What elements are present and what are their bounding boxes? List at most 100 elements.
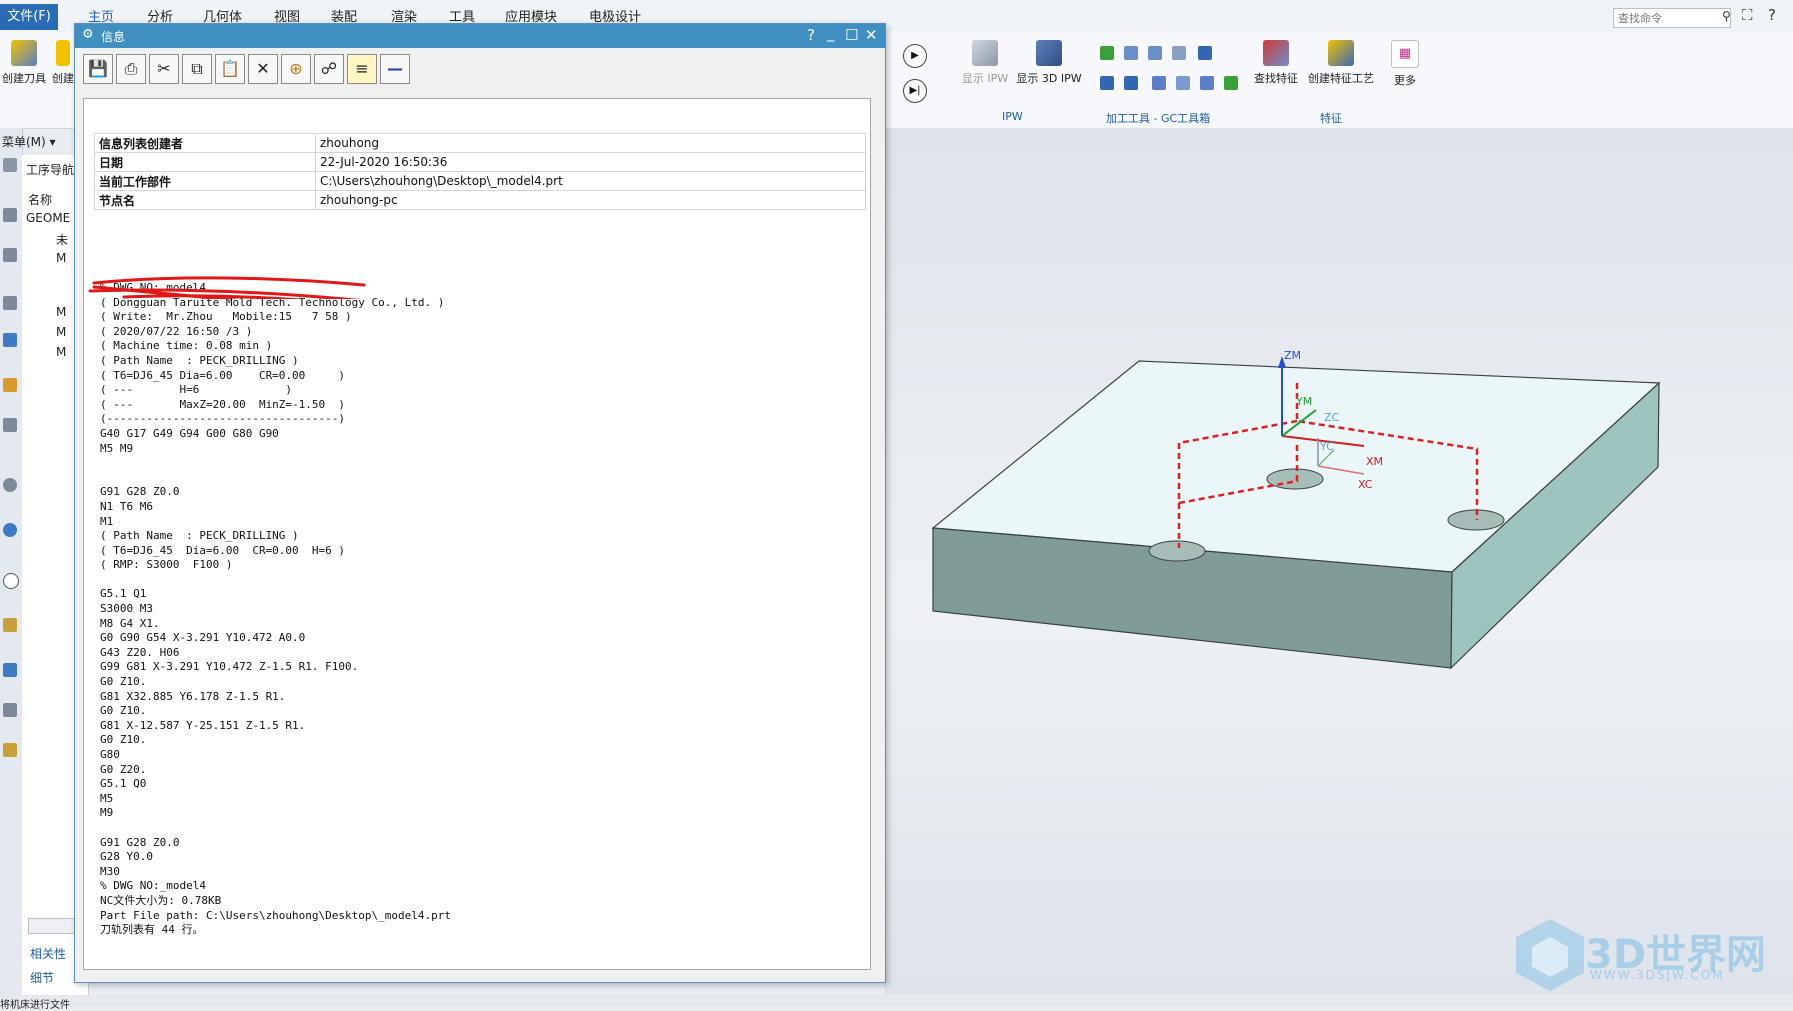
tab-dependencies[interactable]: 相关性 bbox=[30, 945, 66, 962]
more-button[interactable]: ▦ 更多 bbox=[1388, 40, 1422, 88]
search-icon[interactable]: ⚲ bbox=[1722, 9, 1731, 23]
create-button[interactable]: 创建 bbox=[50, 40, 76, 86]
axis-label-xc: XC bbox=[1358, 478, 1373, 491]
dialog-titlebar[interactable]: ⚙ 信息 ? _ ☐ ✕ bbox=[75, 24, 885, 48]
info-header-table: 信息列表创建者 zhouhong 日期 22-Jul-2020 16:50:36 当… bbox=[94, 133, 866, 210]
find-feature-icon bbox=[1263, 40, 1289, 66]
step-play-icon[interactable]: ▶| bbox=[903, 79, 927, 103]
axis-label-zc: ZC bbox=[1324, 411, 1340, 424]
close-button[interactable]: ✕ bbox=[865, 26, 878, 44]
find-feature-label: 查找特征 bbox=[1254, 72, 1298, 85]
info-value: C:\Users\zhouhong\Desktop\_model4.prt bbox=[315, 171, 866, 191]
gc-check-icon[interactable] bbox=[1100, 46, 1114, 60]
status-text: 将机床进行文件 bbox=[0, 1000, 70, 1011]
dialog-title: 信息 bbox=[101, 30, 126, 44]
show-ipw-label: 显示 IPW bbox=[961, 72, 1009, 85]
save-icon[interactable]: 💾 bbox=[83, 54, 113, 84]
gc-grid-icon[interactable] bbox=[1152, 76, 1166, 90]
create-feature-process-button[interactable]: 创建特征工艺 bbox=[1306, 40, 1376, 86]
assembly-icon[interactable] bbox=[3, 248, 17, 262]
axis-label-zm: ZM bbox=[1284, 349, 1301, 362]
information-content[interactable]: 信息列表创建者 zhouhong 日期 22-Jul-2020 16:50:36 当… bbox=[83, 98, 871, 970]
gc-export-icon[interactable] bbox=[1224, 76, 1238, 90]
tree-row-unused[interactable]: 未 bbox=[56, 231, 68, 248]
maximize-button[interactable]: ☐ bbox=[845, 26, 858, 44]
play-icon[interactable]: ▶ bbox=[903, 44, 927, 68]
select-icon[interactable]: ⊕ bbox=[281, 54, 311, 84]
axis-label-yc: YC bbox=[1319, 440, 1334, 453]
part-icon[interactable] bbox=[3, 208, 17, 222]
more-label: 更多 bbox=[1394, 74, 1416, 87]
resource-bar bbox=[0, 128, 23, 995]
info-key: 当前工作部件 bbox=[94, 171, 316, 191]
copy-icon[interactable]: ⧉ bbox=[182, 54, 212, 84]
analysis-icon[interactable] bbox=[3, 703, 17, 717]
tree-row-method[interactable]: M bbox=[56, 251, 66, 265]
ipw-3d-icon bbox=[1036, 40, 1062, 66]
create-tool-button[interactable]: 创建刀具 bbox=[2, 40, 46, 86]
tab-details[interactable]: 细节 bbox=[30, 969, 54, 986]
wrap-icon[interactable]: ≡ bbox=[347, 54, 377, 84]
tools-icon[interactable] bbox=[3, 743, 17, 757]
create-label: 创建 bbox=[52, 72, 74, 85]
operation-navigator-icon[interactable] bbox=[3, 333, 17, 347]
gc-list-icon[interactable] bbox=[1148, 46, 1162, 60]
gc-flag-icon[interactable] bbox=[1198, 46, 1212, 60]
gc-doc-icon[interactable] bbox=[1124, 76, 1138, 90]
gc-path-icon[interactable] bbox=[1200, 76, 1214, 90]
file-menu-button[interactable]: 文件(F) bbox=[0, 4, 58, 30]
history-icon[interactable] bbox=[3, 573, 19, 589]
gc-report-icon[interactable] bbox=[1172, 46, 1186, 60]
gc-tool-icon[interactable] bbox=[1124, 46, 1138, 60]
model-view: ZM YM ZC YC XM XC bbox=[931, 349, 1661, 670]
settings-icon[interactable] bbox=[3, 158, 17, 172]
info-value: zhouhong-pc bbox=[315, 190, 866, 210]
feature-process-icon bbox=[1328, 40, 1354, 66]
info-row: 节点名 zhouhong-pc bbox=[94, 190, 866, 210]
status-bar bbox=[0, 995, 1793, 1007]
help-icon[interactable]: ? bbox=[1768, 6, 1776, 24]
info-key: 节点名 bbox=[94, 190, 316, 210]
group-label-ipw: IPW bbox=[1002, 110, 1023, 123]
info-key: 信息列表创建者 bbox=[94, 133, 316, 153]
menu-dropdown[interactable]: 菜单(M) ▾ bbox=[2, 133, 56, 150]
cut-icon[interactable]: ✂ bbox=[149, 54, 179, 84]
dialog-toolbar: 💾 ⎙ ✂ ⧉ 📋 ✕ ⊕ ☍ ≡ — bbox=[83, 54, 843, 90]
find-icon[interactable]: ☍ bbox=[314, 54, 344, 84]
paste-icon[interactable]: 📋 bbox=[215, 54, 245, 84]
print-icon[interactable]: ⎙ bbox=[116, 54, 146, 84]
tree-row-geometry[interactable]: GEOME bbox=[26, 211, 70, 225]
measure-icon[interactable] bbox=[3, 663, 17, 677]
command-search-input[interactable]: 查找命令 bbox=[1613, 8, 1731, 28]
help-button[interactable]: ? bbox=[807, 26, 815, 44]
graphics-window[interactable]: ZM YM ZC YC XM XC bbox=[884, 128, 1793, 995]
find-feature-button[interactable]: 查找特征 bbox=[1250, 40, 1302, 86]
info-key: 日期 bbox=[94, 152, 316, 172]
minimize-button[interactable]: _ bbox=[827, 24, 835, 42]
minus-icon[interactable]: — bbox=[380, 54, 410, 84]
tree-row-method[interactable]: M bbox=[56, 345, 66, 359]
create-feature-process-label: 创建特征工艺 bbox=[1308, 72, 1374, 85]
web-icon[interactable] bbox=[3, 523, 17, 537]
menu-label: 菜单(M) bbox=[2, 135, 46, 149]
ipw-icon bbox=[972, 40, 998, 66]
gc-copy-icon[interactable] bbox=[1100, 76, 1114, 90]
fullscreen-icon[interactable]: ⛶ bbox=[1742, 6, 1753, 24]
roles-icon[interactable] bbox=[3, 618, 17, 632]
column-header-name[interactable]: 名称 bbox=[28, 191, 52, 208]
watermark-logo bbox=[1516, 919, 1584, 991]
gear-icon: ⚙ bbox=[82, 27, 94, 42]
cube-icon[interactable] bbox=[3, 418, 17, 432]
machine-icon[interactable] bbox=[3, 296, 17, 310]
delete-icon[interactable]: ✕ bbox=[248, 54, 278, 84]
tree-row-method[interactable]: M bbox=[56, 305, 66, 319]
show-ipw-button[interactable]: 显示 IPW bbox=[960, 40, 1010, 86]
library-icon[interactable] bbox=[3, 378, 17, 392]
nc-code-text: % DWG NO: model4 ( Dongguan Taruite Mold… bbox=[100, 281, 451, 937]
create-tool-label: 创建刀具 bbox=[2, 72, 46, 85]
sphere-icon[interactable] bbox=[3, 478, 17, 492]
show-3d-ipw-button[interactable]: 显示 3D IPW bbox=[1016, 40, 1082, 86]
gc-ops-icon[interactable] bbox=[1176, 76, 1190, 90]
tree-row-method[interactable]: M bbox=[56, 325, 66, 339]
info-value: 22-Jul-2020 16:50:36 bbox=[315, 152, 866, 172]
